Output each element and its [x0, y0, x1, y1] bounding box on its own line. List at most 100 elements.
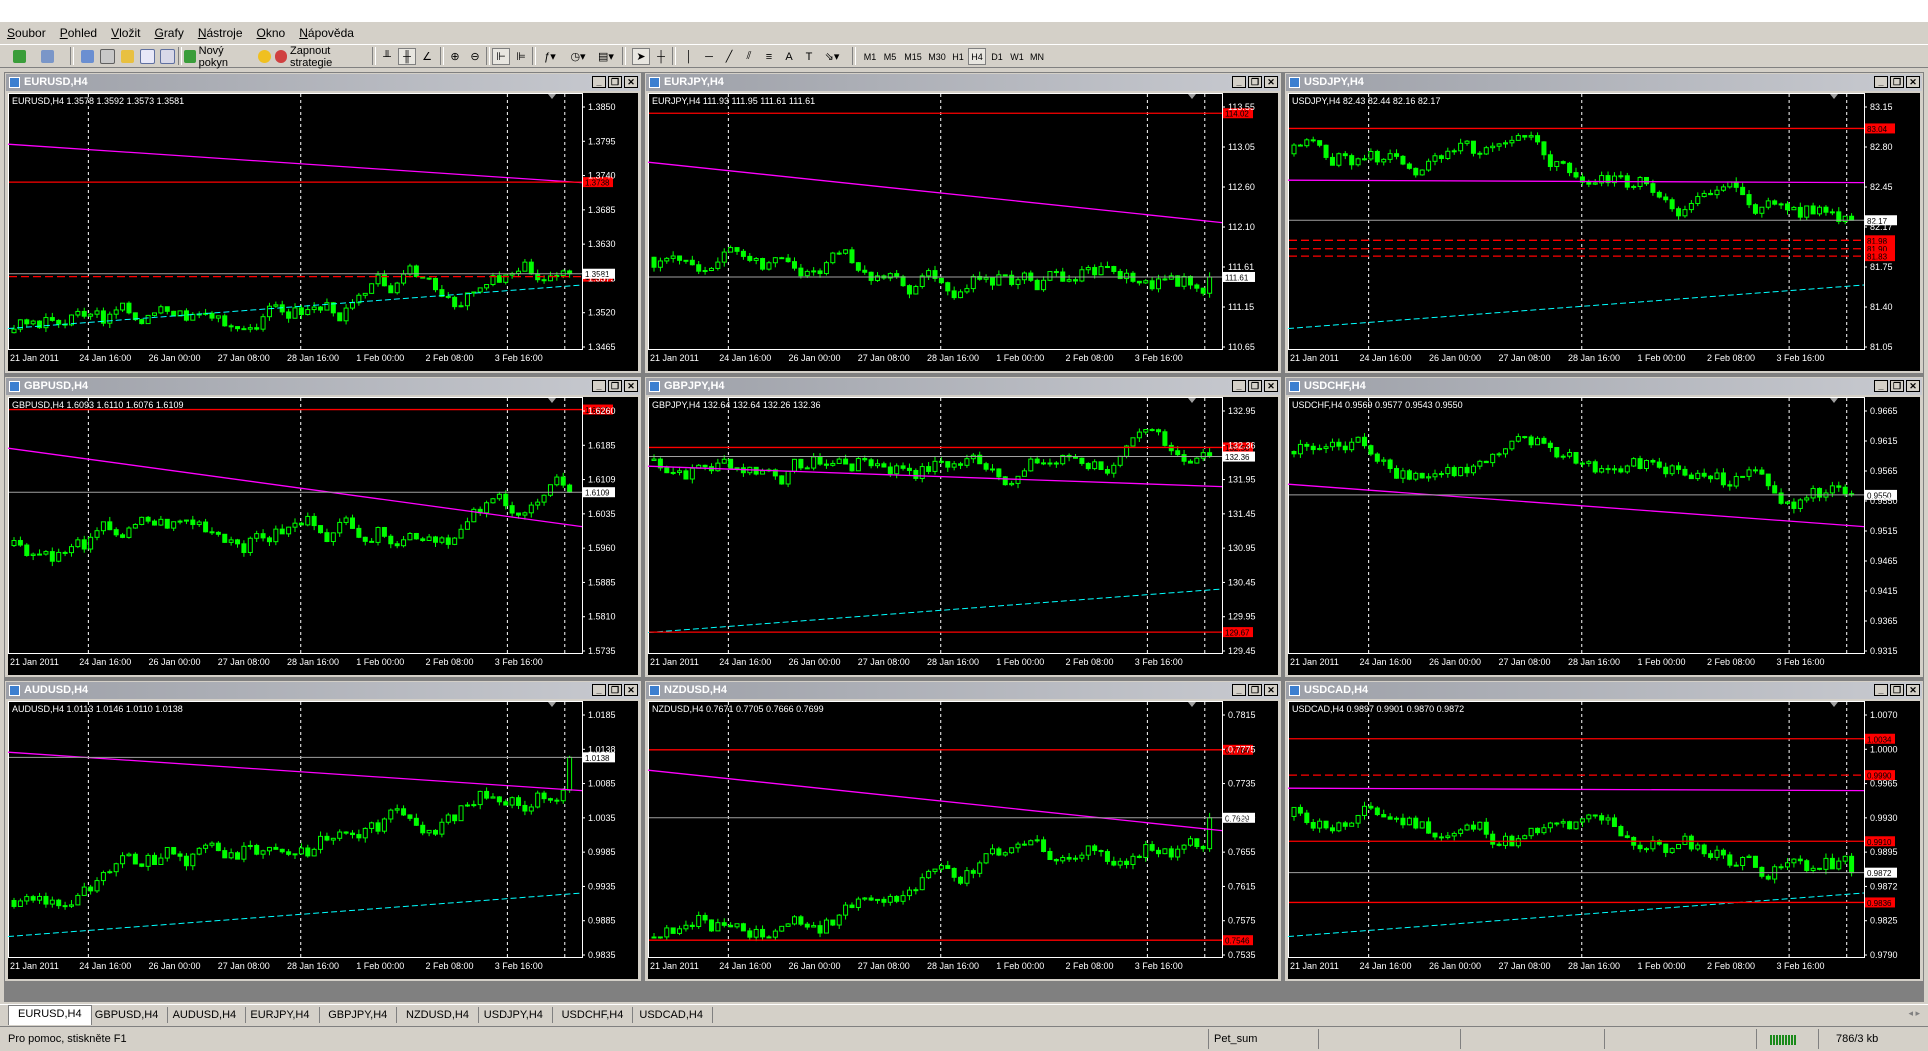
price-chart[interactable]: 0.77840.75460.76990.78150.77750.77350.76… — [648, 701, 1278, 979]
line-chart-icon[interactable]: ∠ — [418, 48, 436, 65]
chart-window[interactable]: NZDUSD,H4 _ ❐ ✕ 0.7784 0.7546 0.7699 0.7815 0.77… — [644, 680, 1282, 982]
chart-window[interactable]: GBPJPY,H4 _ ❐ ✕ 132.50 129.67 132.36 132.95 132.… — [644, 376, 1282, 678]
restore-button[interactable]: ❐ — [608, 76, 622, 88]
restore-button[interactable]: ❐ — [1890, 76, 1904, 88]
restore-button[interactable]: ❐ — [1248, 684, 1262, 696]
text-label-icon[interactable]: T — [800, 48, 818, 65]
timeframe-m30[interactable]: M30 — [926, 48, 948, 65]
close-button[interactable]: ✕ — [624, 76, 638, 88]
menu-charts[interactable]: Grafy — [147, 22, 190, 40]
chart-window-title[interactable]: USDCAD,H4 _ ❐ ✕ — [1286, 682, 1922, 699]
minimize-button[interactable]: _ — [1232, 684, 1246, 696]
new-order-button[interactable]: Nový pokyn — [184, 45, 250, 69]
restore-button[interactable]: ❐ — [1248, 76, 1262, 88]
chart-tab[interactable]: EURUSD,H4 — [8, 1005, 92, 1025]
menu-tools[interactable]: Nástroje — [191, 22, 250, 40]
timeframe-h1[interactable]: H1 — [950, 48, 966, 65]
minimize-button[interactable]: _ — [1232, 380, 1246, 392]
chart-tab[interactable]: AUDUSD,H4 — [164, 1007, 247, 1023]
minimize-button[interactable]: _ — [1232, 76, 1246, 88]
chart-window[interactable]: EURJPY,H4 _ ❐ ✕ 114.02 111.61 113.55 113.05 112.… — [644, 72, 1282, 374]
price-chart[interactable]: 132.50129.67132.36132.95132.36131.95131.… — [648, 397, 1278, 675]
chart-tab[interactable]: NZDUSD,H4 — [397, 1007, 479, 1023]
chart-tab[interactable]: USDCHF,H4 — [553, 1007, 634, 1023]
chart-window[interactable]: USDJPY,H4 _ ❐ ✕ 83.04 81.98 81.90 81.83 82.17 83.… — [1284, 72, 1924, 374]
price-chart[interactable]: 0.95500.96650.96150.95650.95500.95150.94… — [1288, 397, 1920, 675]
close-button[interactable]: ✕ — [1906, 684, 1920, 696]
chart-window-title[interactable]: EURUSD,H4 _ ❐ ✕ — [6, 74, 640, 91]
close-button[interactable]: ✕ — [1264, 684, 1278, 696]
timeframe-mn[interactable]: MN — [1028, 48, 1046, 65]
terminal-icon[interactable] — [138, 48, 156, 65]
minimize-button[interactable]: _ — [592, 76, 606, 88]
minimize-button[interactable]: _ — [592, 684, 606, 696]
crosshair-icon[interactable]: ┼ — [652, 48, 670, 65]
chart-tab[interactable]: EURJPY,H4 — [241, 1007, 320, 1023]
chart-window-title[interactable]: NZDUSD,H4 _ ❐ ✕ — [646, 682, 1280, 699]
chart-window[interactable]: USDCAD,H4 _ ❐ ✕ 1.0034 0.9990 0.9910 0.9836 0.98… — [1284, 680, 1924, 982]
tab-scroll-icon[interactable]: ◂ ▸ — [1908, 1008, 1920, 1019]
chart-shift-icon[interactable]: ⊫ — [512, 48, 530, 65]
horizontal-line-icon[interactable]: ─ — [700, 48, 718, 65]
chart-window[interactable]: EURUSD,H4_❐✕ 1.37381.35761.35811.38501.37… — [4, 72, 642, 374]
templates-icon[interactable]: ▤▾ — [594, 48, 618, 65]
zoom-out-icon[interactable]: ⊖ — [466, 48, 484, 65]
navigator-icon[interactable] — [98, 48, 116, 65]
price-chart[interactable]: 114.02111.61113.55113.05112.60112.10111.… — [648, 93, 1278, 371]
zoom-in-icon[interactable]: ⊕ — [446, 48, 464, 65]
bar-chart-icon[interactable]: ╨ — [378, 48, 396, 65]
minimize-button[interactable]: _ — [1874, 684, 1888, 696]
chart-tab[interactable]: USDJPY,H4 — [475, 1007, 553, 1023]
restore-button[interactable]: ❐ — [608, 684, 622, 696]
close-button[interactable]: ✕ — [624, 380, 638, 392]
price-chart[interactable]: 1.00340.99900.99100.98360.98721.00701.00… — [1288, 701, 1920, 979]
chart-window-title[interactable]: EURJPY,H4 _ ❐ ✕ — [646, 74, 1280, 91]
fibonacci-icon[interactable]: ≡ — [760, 48, 778, 65]
folder-icon[interactable] — [118, 48, 136, 65]
equidistant-channel-icon[interactable]: ⫽ — [740, 48, 758, 65]
price-chart[interactable]: 83.0481.9881.9081.8382.1783.1582.8082.45… — [1288, 93, 1920, 371]
timeframe-w1[interactable]: W1 — [1008, 48, 1026, 65]
restore-button[interactable]: ❐ — [608, 380, 622, 392]
chart-window[interactable]: AUDUSD,H4 _ ❐ ✕ 1.0138 1.0185 1.0138 1.0085 1.00… — [4, 680, 642, 982]
market-watch-icon[interactable] — [78, 48, 96, 65]
menu-view[interactable]: Pohled — [53, 22, 104, 40]
menu-insert[interactable]: Vložit — [104, 22, 147, 40]
text-icon[interactable]: A — [780, 48, 798, 65]
chart-tab[interactable]: GBPJPY,H4 — [319, 1007, 398, 1023]
timeframe-d1[interactable]: D1 — [988, 48, 1006, 65]
periods-icon[interactable]: ◷▾ — [566, 48, 590, 65]
minimize-button[interactable]: _ — [592, 380, 606, 392]
close-button[interactable]: ✕ — [1906, 380, 1920, 392]
chart-window[interactable]: GBPUSD,H4 _ ❐ ✕ 1.6309 1.6109 1.6260 1.6185 1.61… — [4, 376, 642, 678]
cursor-icon[interactable]: ➤ — [632, 48, 650, 65]
timeframe-m15[interactable]: M15 — [902, 48, 924, 65]
minimize-button[interactable]: _ — [1874, 380, 1888, 392]
menu-help[interactable]: Nápověda — [292, 22, 361, 40]
price-chart[interactable]: 1.37381.35761.35811.38501.37951.37401.36… — [8, 93, 638, 371]
trendline-icon[interactable]: ╱ — [720, 48, 738, 65]
restore-button[interactable]: ❐ — [1248, 380, 1262, 392]
price-chart[interactable]: 1.0138 1.0185 1.0138 1.0085 1.0035 0.9985 0.99… — [8, 701, 638, 979]
indicators-icon[interactable]: ƒ▾ — [538, 48, 562, 65]
chart-window-title[interactable]: GBPUSD,H4 _ ❐ ✕ — [6, 378, 640, 395]
timeframe-m1[interactable]: M1 — [862, 48, 878, 65]
restore-button[interactable]: ❐ — [1890, 684, 1904, 696]
enable-strategies-button[interactable]: Zapnout strategie — [275, 45, 369, 69]
minimize-button[interactable]: _ — [1874, 76, 1888, 88]
close-button[interactable]: ✕ — [1264, 380, 1278, 392]
metaeditor-icon[interactable] — [255, 48, 273, 65]
close-button[interactable]: ✕ — [1264, 76, 1278, 88]
chart-window-title[interactable]: USDJPY,H4 _ ❐ ✕ — [1286, 74, 1922, 91]
timeframe-h4[interactable]: H4 — [968, 48, 986, 65]
chart-tab[interactable]: GBPUSD,H4 — [86, 1007, 169, 1023]
restore-button[interactable]: ❐ — [1890, 380, 1904, 392]
profiles-icon[interactable] — [38, 48, 56, 65]
new-chart-icon[interactable] — [10, 48, 28, 65]
candlestick-icon[interactable]: ╫ — [398, 48, 416, 65]
chart-window[interactable]: USDCHF,H4 _ ❐ ✕ 0.9550 0.9665 0.9615 0.9565 0.95… — [1284, 376, 1924, 678]
close-button[interactable]: ✕ — [624, 684, 638, 696]
vertical-line-icon[interactable]: │ — [680, 48, 698, 65]
menu-file[interactable]: Soubor — [0, 22, 53, 40]
chart-window-title[interactable]: GBPJPY,H4 _ ❐ ✕ — [646, 378, 1280, 395]
